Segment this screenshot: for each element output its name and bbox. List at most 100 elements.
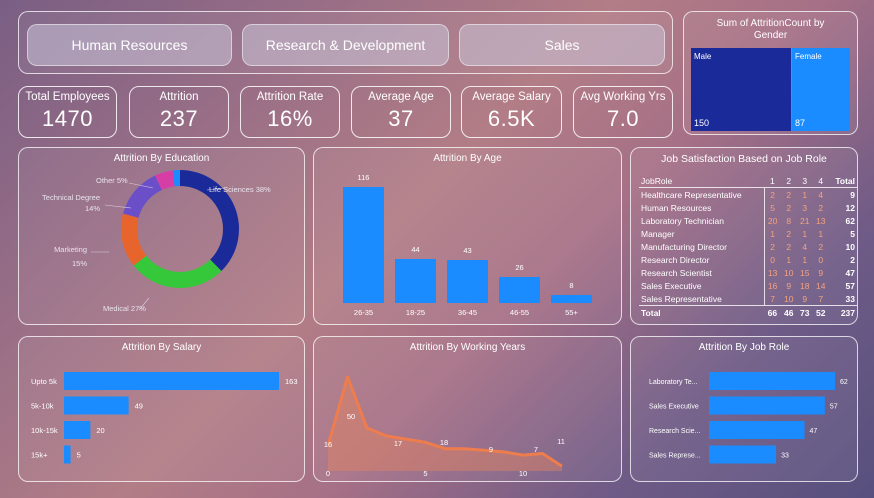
age-bar-label: 26: [515, 263, 523, 272]
age-bar-label: 43: [463, 246, 471, 255]
age-bar[interactable]: [395, 259, 436, 303]
area-point-label: 9: [489, 445, 493, 454]
age-bar-label: 8: [569, 281, 573, 290]
salary-bar[interactable]: [64, 396, 129, 415]
row-cell: 9: [786, 280, 792, 291]
kpi-label: Attrition Rate: [256, 91, 324, 103]
row-cell: 13: [767, 267, 778, 278]
kpi-attrition-rate: Attrition Rate 16%: [240, 86, 340, 138]
donut-data-label: Marketing: [54, 245, 87, 254]
kpi-value: 37: [388, 106, 414, 131]
age-bar[interactable]: [499, 277, 540, 303]
slicer-sales[interactable]: Sales: [459, 24, 665, 66]
slicer-human-resources[interactable]: Human Resources: [27, 24, 232, 66]
total-cell: 66: [764, 305, 781, 319]
row-cell: 8: [786, 215, 792, 226]
job-role-bar[interactable]: [709, 445, 777, 464]
working-years-area-chart: 16 50 17 18 9 7 11 0 5 10: [324, 375, 565, 478]
row-total: 10: [845, 241, 855, 252]
salary-bar[interactable]: [64, 372, 279, 390]
age-bar-chart: 116 26-35 44 18-25 43 36-45 26 46-55 8 55+: [343, 173, 592, 317]
area-point-label: 11: [557, 437, 565, 446]
slicer-research-development[interactable]: Research & Development: [242, 24, 449, 66]
row-cell: 10: [783, 293, 794, 304]
row-total: 2: [850, 254, 855, 265]
kpi-label: Average Age: [368, 91, 434, 103]
age-bar[interactable]: [343, 187, 384, 303]
row-cell: 14: [816, 280, 826, 291]
row-cell: 13: [816, 215, 826, 226]
header-1: 1: [764, 174, 781, 188]
row-cell: 2: [770, 241, 776, 252]
age-axis-label: 26-35: [354, 308, 373, 317]
job-role-bar-chart: Laboratory Te... 62 Sales Executive 57 Resea…: [649, 372, 848, 464]
row-cell: 2: [786, 228, 792, 239]
treemap-female-tile[interactable]: Female 87: [792, 48, 850, 131]
job-role-chart-panel: Attrition By Job Role Laboratory Te... 62…: [630, 336, 858, 482]
gender-treemap-panel: Sum of AttritionCount by Gender Male 150…: [683, 11, 858, 135]
header-4: 4: [812, 174, 829, 188]
area-point-label: 18: [440, 438, 448, 447]
row-total: 62: [845, 215, 855, 226]
job-role-bar[interactable]: [709, 372, 835, 390]
age-axis-label: 46-55: [510, 308, 529, 317]
kpi-value: 237: [159, 106, 199, 131]
kpi-average-age: Average Age 37: [351, 86, 451, 138]
salary-bar[interactable]: [64, 445, 71, 464]
row-cell: 0: [770, 254, 776, 265]
job-role-axis-label: Sales Executive: [649, 404, 699, 411]
area-point-label: 50: [347, 412, 355, 421]
area-fill: [328, 377, 562, 471]
total-cell: 237: [828, 305, 857, 319]
treemap-male-value: 150: [694, 118, 710, 128]
row-cell: 2: [786, 202, 792, 213]
salary-bar-label: 5: [77, 451, 81, 460]
kpi-label: Average Salary: [472, 91, 551, 103]
donut-slice[interactable]: [123, 175, 162, 218]
row-jobrole: Manufacturing Director: [639, 240, 765, 253]
row-total: 12: [845, 202, 855, 213]
age-bar[interactable]: [447, 260, 488, 303]
row-cell: 1: [802, 189, 808, 200]
row-cell: 15: [800, 267, 810, 278]
salary-chart-panel: Attrition By Salary Upto 5k 163 5k-10k 49 10…: [18, 336, 305, 482]
table-row: Research Director 0 1 1 0 2: [639, 253, 857, 266]
row-total: 47: [845, 267, 855, 278]
treemap-male-tile[interactable]: Male 150: [691, 48, 791, 131]
kpi-value: 7.0: [606, 106, 640, 131]
treemap-female-value: 87: [795, 118, 806, 128]
row-jobrole: Healthcare Representative: [639, 187, 765, 201]
row-cell: 20: [767, 215, 778, 226]
total-cell: 52: [812, 305, 829, 319]
job-satisfaction-panel: Job Satisfaction Based on Job Role JobRo…: [630, 147, 858, 325]
row-cell: 5: [770, 202, 776, 213]
table-row: Human Resources 5 2 3 2 12: [639, 201, 857, 214]
row-cell: 2: [770, 189, 776, 200]
table-row: Sales Executive 16 9 18 14 57: [639, 279, 857, 292]
salary-axis-label: 15k+: [31, 451, 48, 460]
row-cell: 0: [818, 254, 824, 265]
header-2: 2: [780, 174, 797, 188]
age-bar[interactable]: [551, 295, 592, 303]
table-row: Manufacturing Director 2 2 4 2 10: [639, 240, 857, 253]
donut-data-label: 14%: [85, 204, 100, 213]
donut-slice[interactable]: [121, 213, 147, 266]
kpi-avg-working-years: Avg Working Yrs 7.0: [573, 86, 673, 138]
job-role-bar[interactable]: [709, 396, 825, 415]
header-3: 3: [796, 174, 813, 188]
row-cell: 1: [802, 228, 808, 239]
row-cell: 2: [818, 241, 824, 252]
row-cell: 1: [786, 254, 792, 265]
donut-data-label: Life Sciences 38%: [209, 185, 271, 194]
salary-bar[interactable]: [64, 421, 91, 439]
kpi-total-employees: Total Employees 1470: [18, 86, 117, 138]
table-row: Laboratory Technician 20 8 21 13 62: [639, 214, 857, 227]
treemap-female-label: Female: [795, 52, 822, 61]
row-jobrole: Sales Representative: [639, 292, 765, 306]
donut-slice[interactable]: [133, 255, 222, 288]
total-label: Total: [639, 305, 765, 319]
area-point-label: 7: [534, 445, 538, 454]
job-role-bar[interactable]: [709, 421, 805, 439]
kpi-label: Avg Working Yrs: [580, 91, 666, 103]
working-years-chart-panel: Attrition By Working Years 16 50 17 18 9 7 11 0…: [313, 336, 622, 482]
